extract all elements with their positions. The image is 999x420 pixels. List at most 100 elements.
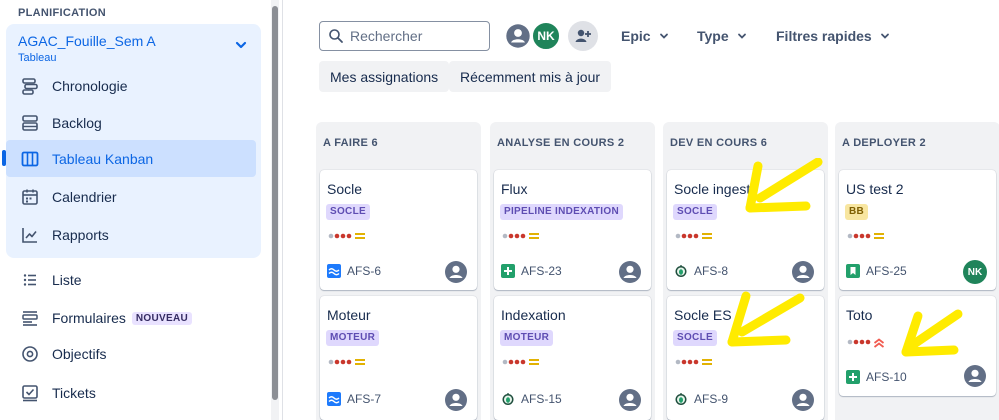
epic-tag: SOCLE [673,204,717,220]
issue-card[interactable]: Flux PIPELINE INDEXATION AFS-23 [494,170,651,290]
new-badge: NOUVEAU [131,311,193,325]
annotation-arrow-2 [727,291,805,347]
chevron-down-icon [880,33,889,39]
priority-medium-icon [675,356,719,368]
card-footer: AFS-8 [674,264,728,278]
assignee-avatar[interactable] [791,260,815,284]
user-avatar-icon [964,365,986,387]
card-title: Socle [327,181,363,197]
search-input[interactable] [350,28,480,44]
sidebar-item-label: Tableau Kanban [52,150,154,167]
assignee-avatar[interactable] [444,388,468,412]
sidebar-item-label: Backlog [52,114,102,131]
sidebar-item-tableau-kanban[interactable]: Tableau Kanban [6,140,256,177]
bug-icon [501,392,515,406]
epic-tag: MOTEUR [500,330,554,346]
sidebar-item-liste[interactable]: Liste [6,262,256,298]
sidebar-item-objectifs[interactable]: Objectifs [6,336,256,372]
chevron-down-icon [737,33,746,39]
add-people-button[interactable] [568,21,598,51]
sidebar-item-rapports[interactable]: Rapports [6,216,256,253]
filter-type[interactable]: Type [697,24,747,48]
issue-key: AFS-7 [347,392,382,406]
backlog-icon [20,113,40,133]
board-icon [20,149,40,169]
issue-card[interactable]: US test 2 BB AFS-25 NK [839,170,996,290]
bug-icon [674,392,688,406]
user-avatar-icon [619,389,641,411]
issue-key: AFS-9 [694,392,729,406]
card-title: Socle ingest [674,181,751,197]
annotation-arrow-3 [901,309,963,357]
search-box[interactable] [319,21,490,51]
avatar-nk[interactable]: NK [531,21,561,51]
column-title: A FAIRE 6 [323,137,378,149]
mes-assignations-button[interactable]: Mes assignations [319,61,450,92]
bug-icon [674,264,688,278]
filter-label: Epic [621,28,651,44]
sidebar-section-title: PLANIFICATION [18,7,107,19]
assignee-avatar[interactable] [963,364,987,388]
epic-tag: SOCLE [326,204,370,220]
chevron-down-icon[interactable] [234,38,248,52]
assignee-avatar[interactable] [791,388,815,412]
filter-quick[interactable]: Filtres rapides [776,24,890,48]
project-name: AGAC_Fouille_Sem A [18,33,156,49]
timeline-icon [20,76,40,96]
card-title: Moteur [327,307,371,323]
priority-medium-icon [502,356,546,368]
avatar-unassigned[interactable] [503,21,533,51]
epic-tag: BB [845,204,869,220]
assignee-avatar[interactable] [618,388,642,412]
issue-card[interactable]: Moteur MOTEUR AFS-7 [320,296,477,420]
annotation-arrow-1 [745,158,823,213]
epic-wave-icon [327,264,341,278]
epic-wave-icon [327,392,341,406]
sidebar-item-tickets[interactable]: Tickets [6,375,256,411]
issue-key: AFS-6 [347,264,382,278]
sidebar-item-calendrier[interactable]: Calendrier [6,178,256,215]
user-avatar-icon [445,389,467,411]
issue-key: AFS-15 [521,392,562,406]
reports-icon [20,225,40,245]
goals-icon [20,344,40,364]
issue-card[interactable]: Socle SOCLE AFS-6 [320,170,477,290]
add-user-icon [575,29,591,42]
column-title: ANALYSE EN COURS 2 [497,137,625,149]
filter-epic[interactable]: Epic [621,24,669,48]
assignee-avatar-nk[interactable]: NK [963,260,987,284]
priority-medium-icon [847,230,891,242]
search-icon [329,29,343,43]
subtask-plus-icon [846,370,860,384]
assignee-avatar[interactable] [444,260,468,284]
board-column-analyse-en-cours: ANALYSE EN COURS 2 Flux PIPELINE INDEXAT… [490,122,655,420]
user-avatar-icon [445,261,467,283]
sidebar-item-label: Calendrier [52,188,117,205]
epic-tag: PIPELINE INDEXATION [500,204,623,220]
card-title: Flux [501,181,528,197]
assignee-avatar[interactable] [618,260,642,284]
project-selector[interactable]: AGAC_Fouille_Sem A Tableau [6,24,261,72]
user-avatar-icon [792,261,814,283]
tickets-icon [20,383,40,403]
sidebar-item-label: Tickets [52,385,96,401]
filter-label: Filtres rapides [776,28,872,44]
card-title: Indexation [501,307,566,323]
sidebar-item-backlog[interactable]: Backlog [6,104,256,141]
priority-high-icon [847,336,891,348]
board-column-a-faire: A FAIRE 6 Socle SOCLE AFS-6 Moteur MOTEU… [316,122,481,420]
sidebar-item-chronologie[interactable]: Chronologie [6,67,256,104]
card-title: Toto [846,307,873,323]
sidebar-divider [282,0,283,420]
issue-card[interactable]: Indexation MOTEUR AFS-15 [494,296,651,420]
list-icon [20,270,40,290]
card-title: US test 2 [846,181,904,197]
issue-key: AFS-10 [866,370,907,384]
chevron-down-icon [659,33,668,39]
issue-key: AFS-23 [521,264,562,278]
sidebar-item-formulaires[interactable]: Formulaires NOUVEAU [6,300,256,336]
sidebar-item-label: Objectifs [52,346,107,362]
sidebar-scroll-thumb[interactable] [272,6,278,400]
recemment-mis-a-jour-button[interactable]: Récemment mis à jour [449,61,612,92]
sidebar-item-label: Rapports [52,226,109,243]
